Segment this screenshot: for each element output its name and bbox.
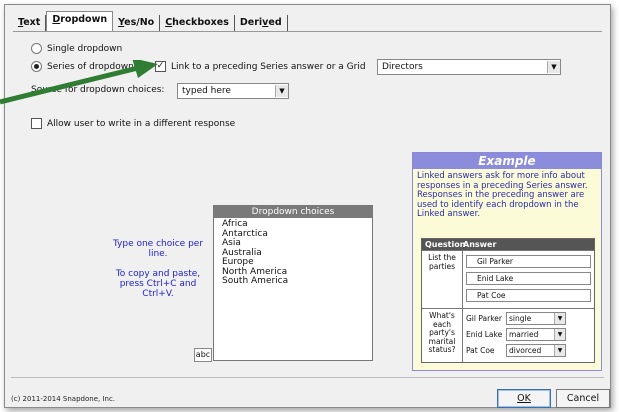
source-value: typed here xyxy=(182,86,231,96)
choice-item: South America xyxy=(222,276,289,286)
example-panel: Example Linked answers ask for more info… xyxy=(412,152,602,371)
example-status-pair: Enid Lake married ▼ xyxy=(466,328,591,341)
example-status-select: married ▼ xyxy=(506,328,566,341)
tab-checkboxes[interactable]: Checkboxes xyxy=(160,15,235,31)
tab-divider xyxy=(13,31,602,32)
example-answer-2: Gil Parker single ▼ Enid Lake married ▼ xyxy=(463,309,594,362)
spellcheck-button[interactable]: abc xyxy=(194,348,212,362)
example-party-field: Gil Parker xyxy=(466,255,591,268)
footer-divider xyxy=(11,377,604,378)
chevron-down-icon: ▼ xyxy=(554,329,565,340)
allow-write-in-label: Allow user to write in a different respo… xyxy=(47,118,236,129)
hint-one-per-line: Type one choice per line. xyxy=(112,239,204,259)
example-row-status: What's each party's marital status? Gil … xyxy=(422,308,594,362)
example-question-2: What's each party's marital status? xyxy=(422,309,463,362)
link-preceding-option[interactable]: ✓ Link to a preceding Series answer or a… xyxy=(153,61,366,72)
example-party-field: Pat Coe xyxy=(466,289,591,302)
source-select[interactable]: typed here ▼ xyxy=(177,83,289,99)
example-row-parties: List the parties Gil Parker Enid Lake Pa… xyxy=(422,250,594,308)
example-title: Example xyxy=(413,153,601,169)
tab-dropdown[interactable]: Dropdown xyxy=(46,11,114,31)
choices-hint: Type one choice per line. To copy and pa… xyxy=(109,239,207,299)
dropdown-choices-list[interactable]: Africa Antarctica Asia Australia Europe … xyxy=(214,218,372,289)
example-status-name: Pat Coe xyxy=(466,346,495,355)
example-status-name: Enid Lake xyxy=(466,330,503,339)
example-status-value: single xyxy=(509,314,532,323)
single-dropdown-label: Single dropdown xyxy=(47,43,123,54)
hint-copy-paste: To copy and paste, press Ctrl+C and Ctrl… xyxy=(115,269,201,299)
single-dropdown-radio[interactable] xyxy=(31,43,42,54)
example-table: Question Answer List the parties Gil Par… xyxy=(421,238,595,363)
tab-derived[interactable]: Derived xyxy=(235,15,288,31)
link-preceding-label: Link to a preceding Series answer or a G… xyxy=(171,61,366,72)
dropdown-choices-header: Dropdown choices xyxy=(214,206,372,218)
ok-button-label: OK xyxy=(517,393,531,404)
link-target-select[interactable]: Directors ▼ xyxy=(377,59,561,75)
chevron-down-icon[interactable]: ▼ xyxy=(547,61,560,73)
example-status-value: divorced xyxy=(509,346,542,355)
dropdown-choices-textarea[interactable]: Dropdown choices Africa Antarctica Asia … xyxy=(213,205,373,361)
col-question: Question xyxy=(425,240,466,249)
example-status-select: divorced ▼ xyxy=(506,344,566,357)
example-status-pair: Gil Parker single ▼ xyxy=(466,312,591,325)
example-party-field: Enid Lake xyxy=(466,272,591,285)
col-answer: Answer xyxy=(463,240,497,249)
example-status-select: single ▼ xyxy=(506,312,566,325)
tab-text[interactable]: Text xyxy=(13,15,47,31)
example-description: Linked answers ask for more info about r… xyxy=(417,171,588,219)
link-target-value: Directors xyxy=(382,62,423,72)
example-status-pair: Pat Coe divorced ▼ xyxy=(466,344,591,357)
choice-item: Antarctica xyxy=(222,228,268,239)
tab-yes-no[interactable]: Yes/No xyxy=(113,15,161,31)
annotation-arrow-icon xyxy=(0,60,158,105)
example-table-header: Question Answer xyxy=(422,239,594,250)
chevron-down-icon: ▼ xyxy=(554,345,565,356)
example-answer-1: Gil Parker Enid Lake Pat Coe xyxy=(463,251,594,308)
example-question-1: List the parties xyxy=(422,251,463,308)
example-status-value: married xyxy=(509,330,539,339)
copyright-text: (c) 2011-2014 Snapdone, Inc. xyxy=(11,395,116,403)
chevron-down-icon: ▼ xyxy=(554,313,565,324)
ok-button[interactable]: OK xyxy=(497,389,551,408)
example-status-name: Gil Parker xyxy=(466,314,503,323)
cancel-button[interactable]: Cancel xyxy=(556,389,610,408)
tab-bar: Text Dropdown Yes/No Checkboxes Derived xyxy=(13,11,288,31)
single-dropdown-option[interactable]: Single dropdown xyxy=(31,43,122,54)
chevron-down-icon[interactable]: ▼ xyxy=(275,85,288,97)
